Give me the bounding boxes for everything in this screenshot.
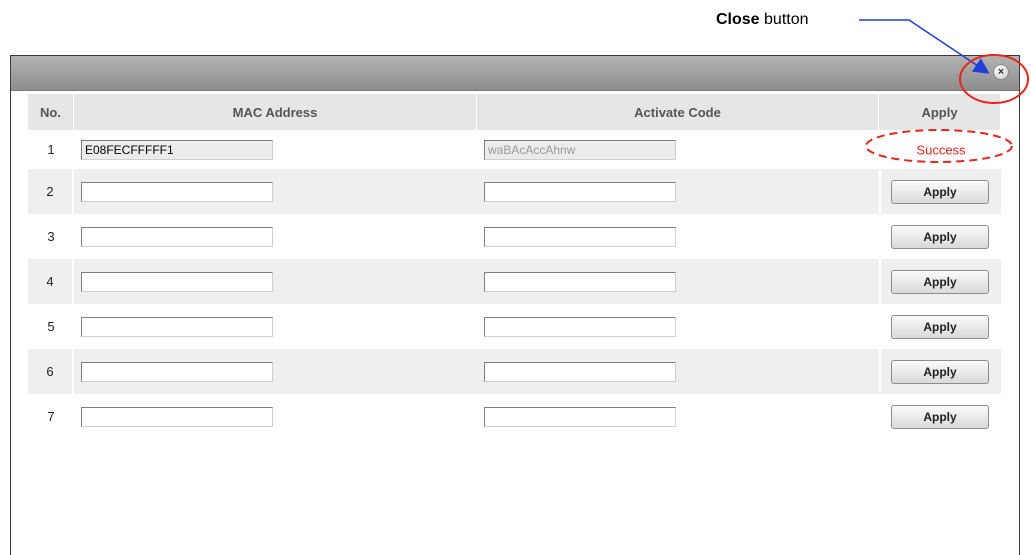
success-status: Success — [916, 142, 966, 157]
apply-cell: Apply — [879, 169, 1001, 214]
activate-code-input[interactable] — [484, 226, 676, 247]
code-cell — [477, 259, 879, 304]
table-header: No. MAC Address Activate Code Apply — [28, 94, 1001, 130]
apply-cell: Apply — [879, 214, 1001, 259]
column-header-mac-address: MAC Address — [74, 94, 477, 130]
code-cell — [477, 214, 879, 259]
mac-address-input[interactable] — [81, 271, 273, 292]
apply-button[interactable]: Apply — [891, 179, 989, 204]
activate-code-input[interactable] — [484, 181, 676, 202]
column-header-apply: Apply — [879, 94, 1001, 130]
table-row: 6 Apply — [28, 349, 1001, 394]
apply-cell: Apply — [879, 394, 1001, 439]
mac-cell — [74, 349, 477, 394]
callout-bold-text: Close — [716, 11, 760, 28]
column-header-activate-code: Activate Code — [477, 94, 879, 130]
table-row: 1 Success — [28, 130, 1001, 169]
column-header-no: No. — [28, 94, 74, 130]
code-cell — [477, 130, 879, 169]
mac-address-input[interactable] — [81, 226, 273, 247]
code-cell — [477, 169, 879, 214]
activation-table: No. MAC Address Activate Code Apply 1 Su… — [28, 94, 1001, 439]
row-number: 4 — [28, 259, 74, 304]
activate-code-input[interactable] — [484, 139, 676, 160]
table-row: 5 Apply — [28, 304, 1001, 349]
apply-button[interactable]: Apply — [891, 269, 989, 294]
code-cell — [477, 349, 879, 394]
apply-button[interactable]: Apply — [891, 224, 989, 249]
activation-dialog: × No. MAC Address Activate Code Apply 1 … — [10, 55, 1020, 555]
row-number: 2 — [28, 169, 74, 214]
table-row: 7 Apply — [28, 394, 1001, 439]
code-cell — [477, 304, 879, 349]
apply-button[interactable]: Apply — [891, 314, 989, 339]
activate-code-input[interactable] — [484, 361, 676, 382]
mac-address-input[interactable] — [81, 316, 273, 337]
mac-cell — [74, 304, 477, 349]
activate-code-input[interactable] — [484, 271, 676, 292]
apply-button[interactable]: Apply — [891, 359, 989, 384]
row-number: 5 — [47, 319, 55, 334]
close-button-callout: Close button — [716, 11, 809, 29]
row-number: 6 — [28, 349, 74, 394]
apply-cell: Apply — [879, 259, 1001, 304]
apply-button[interactable]: Apply — [891, 404, 989, 429]
apply-cell: Apply — [879, 349, 1001, 394]
table-row: 2 Apply — [28, 169, 1001, 214]
activate-code-input[interactable] — [484, 316, 676, 337]
table-row: 4 Apply — [28, 259, 1001, 304]
mac-cell — [74, 214, 477, 259]
mac-cell — [74, 259, 477, 304]
apply-cell: Success — [879, 130, 1001, 169]
activate-code-input[interactable] — [484, 406, 676, 427]
close-icon[interactable]: × — [993, 64, 1009, 80]
code-cell — [477, 394, 879, 439]
dialog-titlebar: × — [11, 56, 1019, 91]
row-number: 7 — [47, 409, 55, 424]
apply-cell: Apply — [879, 304, 1001, 349]
table-row: 3 Apply — [28, 214, 1001, 259]
mac-address-input[interactable] — [81, 361, 273, 382]
mac-cell — [74, 169, 477, 214]
mac-address-input[interactable] — [81, 181, 273, 202]
row-number: 3 — [47, 229, 55, 244]
callout-text: button — [759, 11, 809, 28]
mac-address-input[interactable] — [81, 139, 273, 160]
mac-cell — [74, 130, 477, 169]
row-number: 1 — [47, 142, 55, 157]
mac-address-input[interactable] — [81, 406, 273, 427]
mac-cell — [74, 394, 477, 439]
